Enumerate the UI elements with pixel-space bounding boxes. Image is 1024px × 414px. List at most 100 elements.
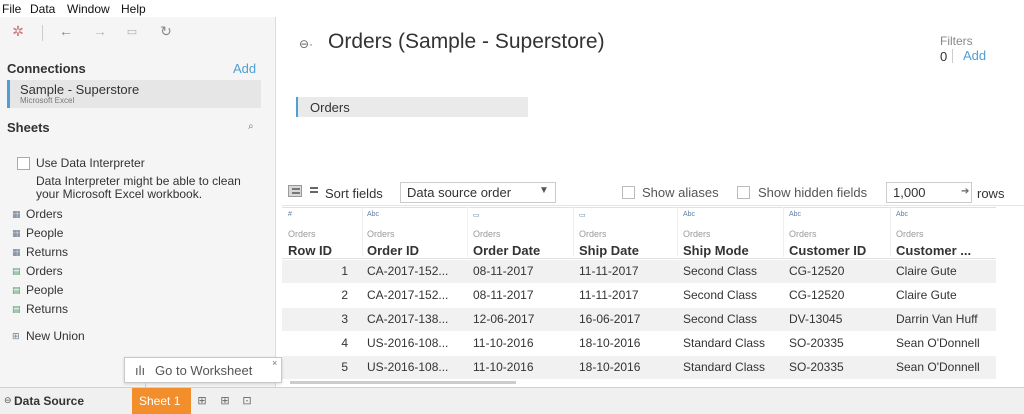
new-story-icon[interactable]: ⊡ <box>240 394 254 407</box>
named-range-people[interactable]: ▤ People <box>12 283 212 299</box>
cell-customer-id: SO-20335 <box>789 336 844 350</box>
cell-order-id: US-2016-108... <box>367 336 449 350</box>
sheet-table-icon: ▦ <box>12 247 21 257</box>
grid-header-bottom-border <box>282 258 996 259</box>
cell-customer-name: Claire Gute <box>896 288 957 302</box>
sort-fields-dropdown[interactable]: Data source order ▼ <box>400 182 556 203</box>
tooltip-text: Go to Worksheet <box>155 363 253 378</box>
save-icon[interactable]: ▭ <box>123 25 141 38</box>
cell-order-date: 11-10-2016 <box>473 336 534 350</box>
new-dashboard-icon[interactable]: ⊞ <box>218 394 232 407</box>
column-source: Orders <box>579 229 607 239</box>
menu-help[interactable]: Help <box>121 2 146 16</box>
sheet-tab[interactable]: Sheet 1 <box>132 388 191 414</box>
search-icon[interactable]: ⌕ <box>248 121 254 132</box>
cell-customer-name: Darrin Van Huff <box>896 312 978 326</box>
sheet-item-people[interactable]: ▦ People <box>12 226 212 242</box>
sheet-item-orders[interactable]: ▦ Orders <box>12 207 212 223</box>
cell-ship-date: 11-11-2017 <box>579 288 639 302</box>
data-source-tab[interactable]: ⊖ Data Source <box>0 388 132 414</box>
left-pane: ✲ ← → ▭ ↻ Connections Add Sample - Super… <box>0 17 276 387</box>
column-name: Ship Date <box>579 243 639 258</box>
arrow-right-icon[interactable]: ➔ <box>961 186 969 197</box>
menu-window[interactable]: Window <box>67 2 110 16</box>
cell-order-date: 08-11-2017 <box>473 288 534 302</box>
grid-view-icon[interactable] <box>288 185 302 197</box>
column-divider <box>890 207 891 257</box>
sheet-item-label: Orders <box>26 207 63 221</box>
date-type-icon[interactable]: ▭ <box>579 211 586 219</box>
connections-title: Connections <box>7 61 86 76</box>
data-source-toolbar: ✲ ← → ▭ ↻ <box>0 17 276 49</box>
column-name: Customer ... <box>896 243 972 258</box>
go-to-worksheet-tooltip[interactable]: ılı Go to Worksheet × <box>124 357 282 383</box>
refresh-icon[interactable]: ↻ <box>157 23 175 40</box>
cell-customer-id: DV-13045 <box>789 312 843 326</box>
cell-ship-mode: Second Class <box>683 264 758 278</box>
add-filter-link[interactable]: Add <box>963 48 986 63</box>
column-divider <box>573 207 574 257</box>
column-source: Orders <box>896 229 924 239</box>
page-title[interactable]: Orders (Sample - Superstore) <box>328 30 605 54</box>
close-icon[interactable]: × <box>272 358 277 368</box>
menu-bar: File Data Window Help <box>0 0 1024 17</box>
show-aliases-label: Show aliases <box>642 185 719 200</box>
sheet-item-label: Returns <box>26 245 69 259</box>
canvas-table-orders[interactable]: Orders <box>296 97 528 117</box>
column-divider <box>677 207 678 257</box>
rows-input[interactable]: 1,000 ➔ <box>886 182 972 203</box>
cell-order-date: 11-10-2016 <box>473 360 534 374</box>
show-hidden-fields-checkbox[interactable] <box>737 186 750 199</box>
table-row[interactable]: 2 CA-2017-152... 08-11-2017 11-11-2017 S… <box>282 284 996 307</box>
back-icon[interactable]: ← <box>57 23 75 39</box>
sheet-item-label: Orders <box>26 264 63 278</box>
forward-icon[interactable]: → <box>91 23 109 39</box>
column-name: Order Date <box>473 243 541 258</box>
new-union-item[interactable]: ⊞ New Union <box>12 329 212 345</box>
canvas-table-label: Orders <box>310 100 350 115</box>
menu-data[interactable]: Data <box>30 2 55 16</box>
show-aliases-checkbox[interactable] <box>622 186 635 199</box>
sheet-item-label: Returns <box>26 302 69 316</box>
named-range-returns[interactable]: ▤ Returns <box>12 302 212 318</box>
named-range-orders[interactable]: ▤ Orders <box>12 264 212 280</box>
table-row[interactable]: 4 US-2016-108... 11-10-2016 18-10-2016 S… <box>282 332 996 355</box>
string-type-icon[interactable]: Abc <box>896 211 908 218</box>
column-source: Orders <box>288 229 316 239</box>
cell-row-id: 5 <box>341 360 348 374</box>
add-connection-link[interactable]: Add <box>233 61 256 76</box>
connection-name: Sample - Superstore <box>20 82 140 97</box>
show-hidden-fields-label: Show hidden fields <box>758 185 868 200</box>
string-type-icon[interactable]: Abc <box>367 211 379 218</box>
sheet-item-returns[interactable]: ▦ Returns <box>12 245 212 261</box>
data-interpreter-checkbox[interactable] <box>17 157 30 170</box>
horizontal-scrollbar[interactable] <box>290 381 516 384</box>
cell-ship-date: 18-10-2016 <box>579 360 641 374</box>
filters-count: 0 <box>940 49 948 64</box>
cell-order-date: 08-11-2017 <box>473 264 534 278</box>
sheet-tab-label: Sheet 1 <box>139 394 181 408</box>
cell-row-id: 2 <box>341 288 348 302</box>
table-row[interactable]: 5 US-2016-108... 11-10-2016 18-10-2016 S… <box>282 356 996 379</box>
bottom-tab-bar: ⊖ Data Source Sheet 1 ⊞ ⊞ ⊡ <box>0 387 1024 414</box>
datasource-icon[interactable]: ⊖· <box>299 37 313 51</box>
cell-row-id: 3 <box>341 312 348 326</box>
column-divider <box>467 207 468 257</box>
number-type-icon[interactable]: # <box>288 211 292 218</box>
named-range-icon: ▤ <box>12 304 21 314</box>
tableau-logo-icon[interactable]: ✲ <box>9 23 27 40</box>
new-worksheet-icon[interactable]: ⊞ <box>195 394 209 407</box>
data-interpreter-description: Data Interpreter might be able to clean … <box>36 174 241 201</box>
filters-divider <box>952 49 953 63</box>
list-view-icon[interactable] <box>307 185 321 197</box>
string-type-icon[interactable]: Abc <box>683 211 695 218</box>
table-row[interactable]: 1 CA-2017-152... 08-11-2017 11-11-2017 S… <box>282 260 996 283</box>
cell-ship-mode: Second Class <box>683 288 758 302</box>
table-row[interactable]: 3 CA-2017-138... 12-06-2017 16-06-2017 S… <box>282 308 996 331</box>
menu-file[interactable]: File <box>2 2 21 16</box>
column-name: Ship Mode <box>683 243 749 258</box>
cell-customer-name: Claire Gute <box>896 264 957 278</box>
chevron-down-icon: ▼ <box>539 185 549 196</box>
string-type-icon[interactable]: Abc <box>789 211 801 218</box>
date-type-icon[interactable]: ▭ <box>473 211 480 219</box>
